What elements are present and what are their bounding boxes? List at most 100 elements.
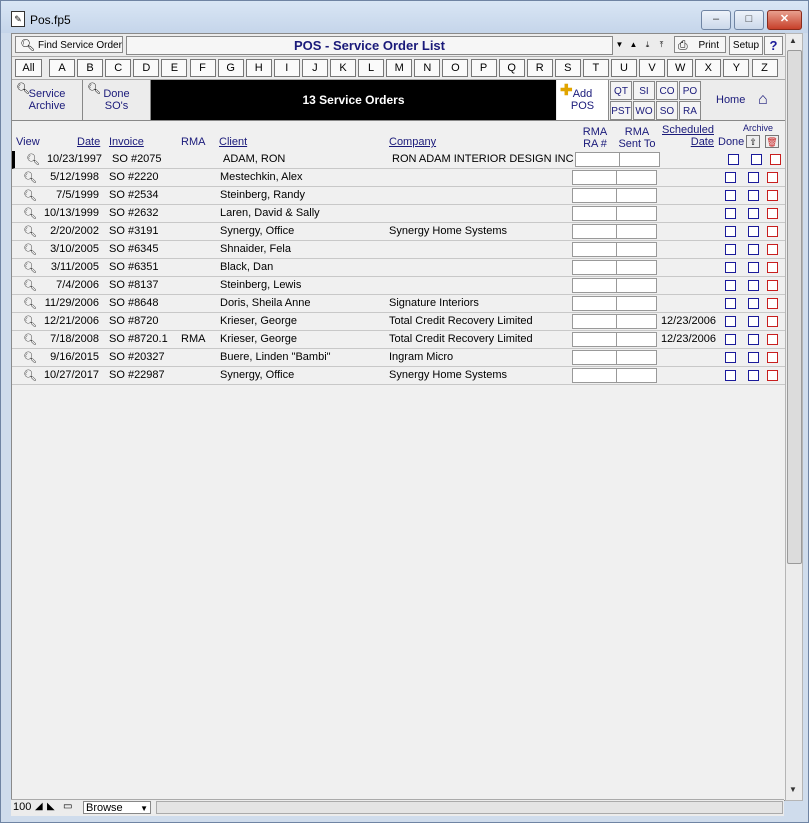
rma-ra-field[interactable] — [575, 152, 620, 167]
table-row[interactable]: 🔍︎ 3/10/2005 SO #6345 Shnaider, Fela — [12, 241, 785, 259]
alpha-filter-o[interactable]: O — [442, 59, 469, 77]
table-row[interactable]: 🔍︎ 12/21/2006 SO #8720 Krieser, George Total… — [12, 313, 785, 331]
done-checkbox[interactable] — [725, 298, 736, 309]
done-checkbox[interactable] — [725, 208, 736, 219]
rma-sent-to-field[interactable] — [616, 188, 657, 203]
done-checkbox[interactable] — [725, 226, 736, 237]
rma-ra-field[interactable] — [572, 314, 617, 329]
done-checkbox[interactable] — [725, 370, 736, 381]
delete-checkbox[interactable] — [767, 352, 778, 363]
rma-sent-to-field[interactable] — [616, 206, 657, 221]
table-row[interactable]: 🔍︎ 2/20/2002 SO #3191 Synergy, Office Synerg… — [12, 223, 785, 241]
alpha-filter-e[interactable]: E — [161, 59, 188, 77]
table-row[interactable]: 🔍︎ 7/18/2008 SO #8720.1 RMA Krieser, George T… — [12, 331, 785, 349]
done-checkbox[interactable] — [725, 262, 736, 273]
archive-checkbox[interactable] — [748, 316, 759, 327]
rma-ra-field[interactable] — [572, 350, 617, 365]
rma-ra-field[interactable] — [572, 242, 617, 257]
setup-button[interactable]: Setup — [729, 36, 763, 55]
rma-sent-to-field[interactable] — [616, 350, 657, 365]
rma-ra-field[interactable] — [572, 170, 617, 185]
rma-sent-to-field[interactable] — [616, 260, 657, 275]
scrollbar-thumb[interactable] — [787, 50, 802, 564]
horizontal-scrollbar[interactable] — [156, 801, 783, 814]
rma-sent-to-field[interactable] — [616, 170, 657, 185]
archive-checkbox[interactable] — [748, 370, 759, 381]
done-checkbox[interactable] — [725, 244, 736, 255]
minimize-button[interactable]: – — [701, 10, 731, 30]
alpha-filter-v[interactable]: V — [639, 59, 666, 77]
shortcut-so-button[interactable]: SO — [656, 101, 678, 120]
alpha-filter-l[interactable]: L — [358, 59, 385, 77]
alpha-filter-d[interactable]: D — [133, 59, 160, 77]
alpha-filter-y[interactable]: Y — [723, 59, 750, 77]
table-row[interactable]: 🔍︎ 3/11/2005 SO #6351 Black, Dan — [12, 259, 785, 277]
delete-checkbox[interactable] — [767, 280, 778, 291]
archive-checkbox[interactable] — [748, 226, 759, 237]
table-row[interactable]: 🔍︎ 7/4/2006 SO #8137 Steinberg, Lewis — [12, 277, 785, 295]
rma-ra-field[interactable] — [572, 206, 617, 221]
col-client[interactable]: Client — [219, 136, 247, 148]
table-row[interactable]: 🔍︎ 10/23/1997 SO #2075 ADAM, RON RON ADAM IN… — [12, 151, 785, 169]
print-button[interactable]: ⎙ Print — [674, 36, 726, 53]
alpha-filter-r[interactable]: R — [526, 59, 553, 77]
alpha-filter-n[interactable]: N — [414, 59, 441, 77]
next-record-icon[interactable]: ▼ — [613, 36, 626, 53]
trash-icon[interactable]: 🗑︎ — [765, 135, 779, 148]
shortcut-co-button[interactable]: CO — [656, 81, 678, 100]
status-area-icon[interactable]: ▭ — [63, 801, 72, 812]
alpha-filter-h[interactable]: H — [245, 59, 272, 77]
zoom-out-icon[interactable]: ◢ — [35, 801, 43, 812]
col-scheduled-bottom[interactable]: Date — [660, 136, 714, 148]
done-checkbox[interactable] — [725, 334, 736, 345]
alpha-filter-k[interactable]: K — [330, 59, 356, 77]
shortcut-qt-button[interactable]: QT — [610, 81, 632, 100]
col-company[interactable]: Company — [389, 136, 436, 148]
alpha-filter-all[interactable]: All — [15, 59, 42, 77]
done-sos-button[interactable]: 🔍︎ Done SO's — [83, 80, 151, 120]
delete-checkbox[interactable] — [767, 334, 778, 345]
vertical-scrollbar[interactable]: ▲ ▼ — [785, 33, 803, 801]
archive-checkbox[interactable] — [748, 244, 759, 255]
last-record-icon[interactable]: ⤓ — [641, 36, 654, 53]
shortcut-ra-button[interactable]: RA — [679, 101, 701, 120]
archive-checkbox[interactable] — [748, 172, 759, 183]
alpha-filter-t[interactable]: T — [582, 59, 609, 77]
done-checkbox[interactable] — [725, 352, 736, 363]
done-checkbox[interactable] — [725, 316, 736, 327]
archive-icon[interactable]: ⇧ — [746, 135, 760, 148]
col-invoice[interactable]: Invoice — [109, 136, 144, 148]
table-row[interactable]: 🔍︎ 11/29/2006 SO #8648 Doris, Sheila Anne Si… — [12, 295, 785, 313]
delete-checkbox[interactable] — [767, 190, 778, 201]
first-record-icon[interactable]: ⤒ — [655, 36, 668, 53]
alpha-filter-w[interactable]: W — [667, 59, 694, 77]
alpha-filter-z[interactable]: Z — [751, 59, 778, 77]
rma-ra-field[interactable] — [572, 332, 617, 347]
rma-sent-to-field[interactable] — [616, 224, 657, 239]
scroll-up-icon[interactable]: ▲ — [789, 36, 797, 45]
archive-checkbox[interactable] — [748, 334, 759, 345]
delete-checkbox[interactable] — [767, 298, 778, 309]
done-checkbox[interactable] — [725, 172, 736, 183]
find-service-order-button[interactable]: 🔍︎ Find Service Order — [15, 36, 123, 53]
delete-checkbox[interactable] — [767, 316, 778, 327]
home-button[interactable]: Home ⌂ — [702, 80, 785, 120]
shortcut-pst-button[interactable]: PST — [610, 101, 632, 120]
service-archive-button[interactable]: 🔍︎ Service Archive — [12, 80, 83, 120]
archive-checkbox[interactable] — [748, 262, 759, 273]
done-checkbox[interactable] — [725, 190, 736, 201]
alpha-filter-s[interactable]: S — [554, 59, 581, 77]
archive-checkbox[interactable] — [748, 280, 759, 291]
alpha-filter-b[interactable]: B — [77, 59, 104, 77]
mode-select[interactable]: Browse ▼ — [83, 801, 151, 814]
zoom-in-icon[interactable]: ◣ — [47, 801, 55, 812]
alpha-filter-u[interactable]: U — [611, 59, 637, 77]
delete-checkbox[interactable] — [767, 226, 778, 237]
rma-ra-field[interactable] — [572, 188, 617, 203]
delete-checkbox[interactable] — [767, 172, 778, 183]
archive-checkbox[interactable] — [751, 154, 762, 165]
alpha-filter-g[interactable]: G — [217, 59, 244, 77]
archive-checkbox[interactable] — [748, 352, 759, 363]
alpha-filter-j[interactable]: J — [301, 59, 328, 77]
alpha-filter-q[interactable]: Q — [498, 59, 525, 77]
